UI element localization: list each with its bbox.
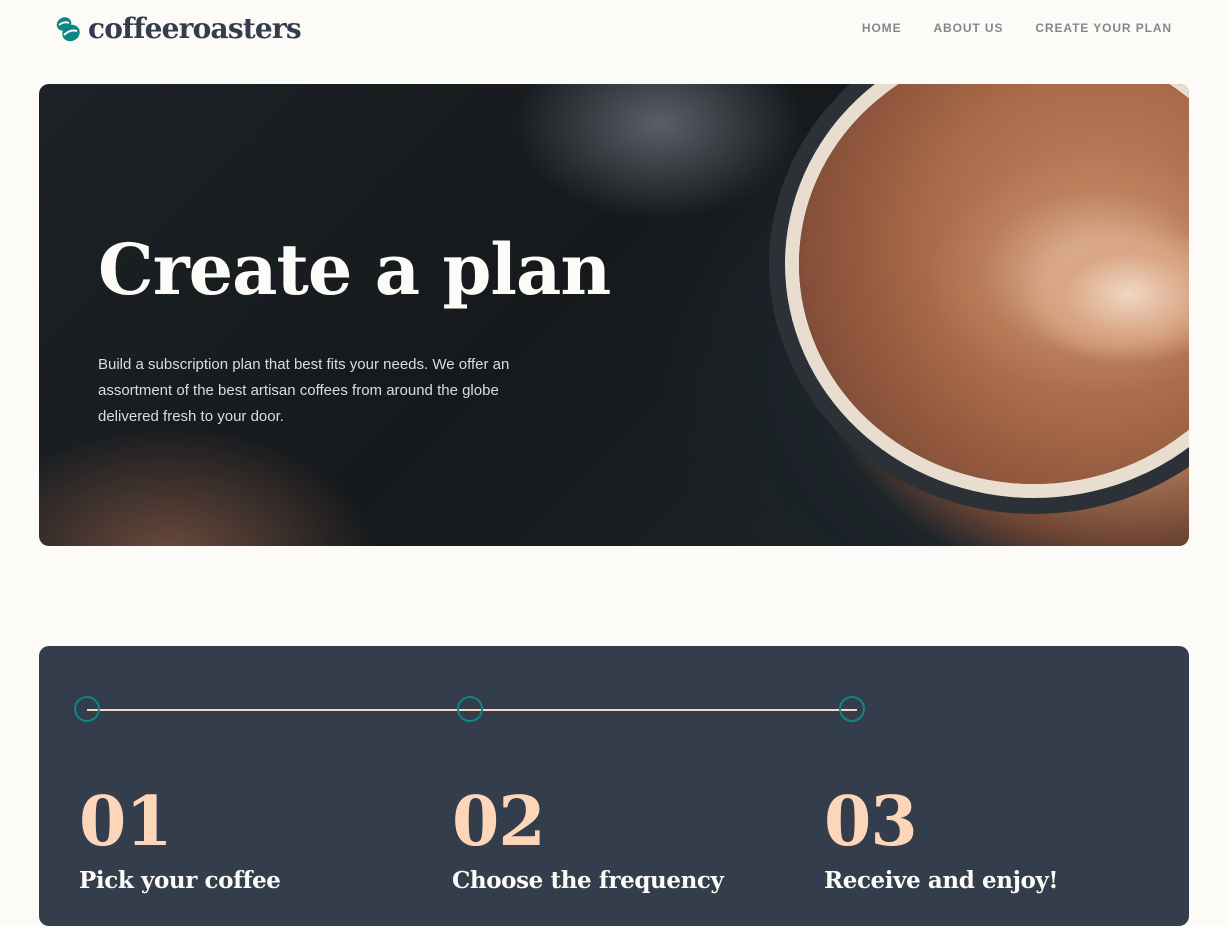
hero-description: Build a subscription plan that best fits… (98, 356, 510, 425)
step-number: 03 (824, 782, 918, 862)
coffee-cup-image (799, 84, 1189, 484)
logo[interactable]: coffeeroasters (56, 12, 302, 45)
step-title: Choose the frequency (452, 867, 724, 894)
step-number: 01 (79, 782, 173, 862)
step-number: 02 (452, 782, 546, 862)
nav-create-plan-link[interactable]: CREATE YOUR PLAN (1035, 21, 1172, 35)
coffee-bean-logo-icon (56, 16, 81, 43)
site-header: coffeeroasters HOME ABOUT US CREATE YOUR… (0, 0, 1227, 60)
nav-home-link[interactable]: HOME (862, 21, 902, 35)
step-title: Receive and enjoy! (824, 867, 1059, 894)
hero-banner (39, 84, 1189, 546)
timeline-dot-1 (74, 696, 100, 722)
timeline-dot-2 (457, 696, 483, 722)
logo-text: coffeeroasters (88, 12, 302, 45)
step-title: Pick your coffee (79, 867, 281, 894)
step-1: 01 Pick your coffee (79, 782, 409, 896)
step-2: 02 Choose the frequency (452, 782, 782, 896)
steps-timeline (74, 696, 874, 726)
hero-title: Create a plan (98, 228, 611, 311)
how-it-works-panel: 01 Pick your coffee 02 Choose the freque… (39, 646, 1189, 926)
step-3: 03 Receive and enjoy! (824, 782, 1154, 896)
main-nav: HOME ABOUT US CREATE YOUR PLAN (862, 21, 1172, 35)
nav-about-us-link[interactable]: ABOUT US (933, 21, 1003, 35)
timeline-dot-3 (839, 696, 865, 722)
